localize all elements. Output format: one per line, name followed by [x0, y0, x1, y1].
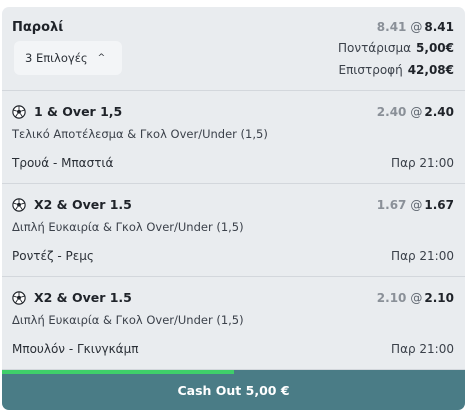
parlay-odds: 8.41 @ 8.41 — [377, 20, 454, 34]
selection-old-odds: 1.67 — [376, 198, 407, 212]
parlay-header: Παρολί 8.41 @ 8.41 3 Επιλογές ^ Ποντάρισ… — [2, 7, 465, 91]
selection-event[interactable]: Τρουά - Μπαστιά — [12, 156, 113, 170]
selection-header: X2 & Over 1.5 — [12, 290, 132, 305]
selection-header: X2 & Over 1.5 — [12, 197, 132, 212]
selection-market: Διπλή Ευκαιρία & Γκολ Over/Under (1,5) — [12, 220, 244, 234]
selection-item: 1 & Over 1,5 2.40 @ 2.40 Τελικό Αποτέλεσ… — [2, 91, 465, 184]
selection-time: Παρ 21:00 — [391, 249, 454, 263]
odds-at-sign: @ — [410, 198, 423, 212]
return-row: Επιστροφή 42,08€ — [339, 63, 455, 77]
selection-market: Τελικό Αποτέλεσμα & Γκολ Over/Under (1,5… — [12, 127, 268, 141]
selection-time: Παρ 21:00 — [391, 156, 454, 170]
selection-event[interactable]: Μπουλόν - Γκινγκάμπ — [12, 342, 138, 356]
selection-odds: 1.67 @ 1.67 — [377, 198, 454, 212]
return-value: 42,08€ — [407, 63, 454, 77]
odds-at-sign: @ — [410, 105, 423, 119]
odds-at-sign: @ — [410, 291, 423, 305]
cash-out-progress-bar — [2, 370, 234, 374]
selection-name: 1 & Over 1,5 — [34, 104, 123, 119]
soccer-ball-icon — [12, 197, 26, 212]
selection-new-odds: 1.67 — [424, 198, 454, 212]
selections-toggle-button[interactable]: 3 Επιλογές ^ — [14, 41, 122, 75]
selection-market: Διπλή Ευκαιρία & Γκολ Over/Under (1,5) — [12, 313, 244, 327]
selection-time: Παρ 21:00 — [391, 342, 454, 356]
parlay-new-odds: 8.41 — [424, 20, 454, 34]
stake-value: 5,00€ — [416, 41, 454, 55]
return-label: Επιστροφή — [338, 63, 403, 77]
selection-header: 1 & Over 1,5 — [12, 104, 122, 119]
soccer-ball-icon — [12, 290, 26, 305]
selection-new-odds: 2.40 — [424, 105, 454, 119]
selection-name: X2 & Over 1.5 — [34, 197, 132, 212]
selection-old-odds: 2.10 — [376, 291, 407, 305]
bet-type-title: Παρολί — [12, 20, 64, 35]
selection-odds: 2.10 @ 2.10 — [377, 291, 454, 305]
chevron-up-icon: ^ — [97, 53, 106, 63]
odds-at-sign: @ — [410, 20, 423, 34]
selection-item: X2 & Over 1.5 1.67 @ 1.67 Διπλή Ευκαιρία… — [2, 184, 465, 277]
parlay-old-odds: 8.41 — [376, 20, 407, 34]
selection-name: X2 & Over 1.5 — [34, 290, 132, 305]
selection-odds: 2.40 @ 2.40 — [377, 105, 454, 119]
bet-slip-card: Παρολί 8.41 @ 8.41 3 Επιλογές ^ Ποντάρισ… — [2, 7, 465, 410]
selection-old-odds: 2.40 — [376, 105, 407, 119]
selection-item: X2 & Over 1.5 2.10 @ 2.10 Διπλή Ευκαιρία… — [2, 277, 465, 370]
stake-row: Ποντάρισμα 5,00€ — [338, 41, 454, 55]
selection-event[interactable]: Ροντέζ - Ρεμς — [12, 249, 94, 263]
selections-count-label: 3 Επιλογές — [25, 51, 88, 65]
cash-out-button[interactable]: Cash Out 5,00 € — [2, 370, 465, 410]
cash-out-label: Cash Out 5,00 € — [177, 382, 290, 398]
selection-new-odds: 2.10 — [424, 291, 454, 305]
soccer-ball-icon — [12, 104, 26, 119]
stake-label: Ποντάρισμα — [338, 41, 412, 55]
